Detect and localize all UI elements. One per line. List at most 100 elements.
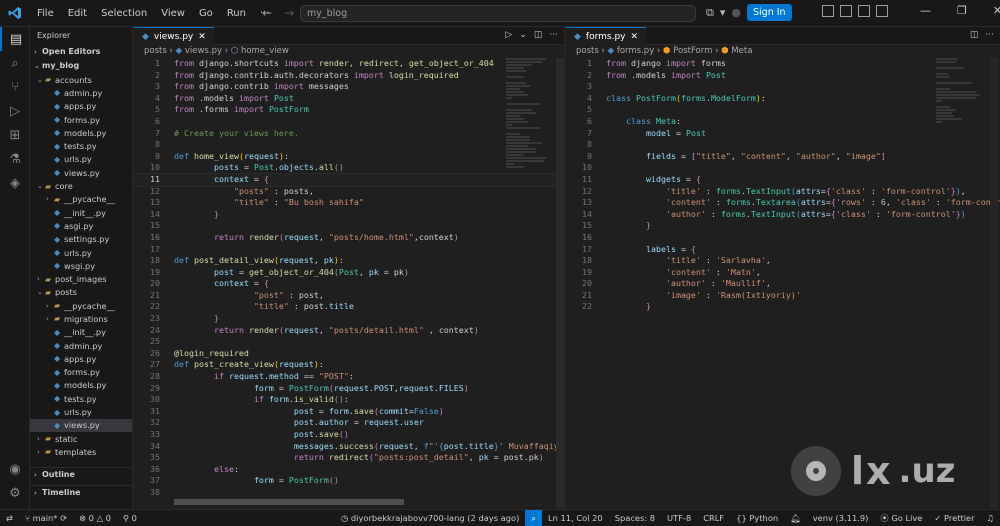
explorer-icon[interactable]: ▤: [0, 27, 30, 51]
tree-file[interactable]: ◆ admin.py: [30, 339, 132, 352]
tree-file[interactable]: ◆ models.py: [30, 379, 132, 392]
chevron-down-icon[interactable]: ▾: [720, 6, 726, 19]
split-editor-icon[interactable]: ◫: [970, 30, 979, 40]
workspace-root[interactable]: ⌄ my_blog: [30, 59, 132, 73]
remote-indicator-icon[interactable]: ⇄: [0, 513, 19, 523]
tree-file[interactable]: ◆ forms.py: [30, 366, 132, 379]
breadcrumb-symbol[interactable]: home_view: [241, 46, 289, 56]
menu-view[interactable]: View: [154, 8, 192, 19]
tree-folder[interactable]: › ▰ migrations: [30, 312, 132, 325]
tree-folder[interactable]: ⌄ ▰ posts: [30, 286, 132, 299]
tree-file[interactable]: ◆ views.py: [30, 166, 132, 179]
menu-go[interactable]: Go: [192, 8, 220, 19]
tree-file[interactable]: ◆ admin.py: [30, 86, 132, 99]
close-tab-icon[interactable]: ✕: [198, 32, 206, 42]
prettier-status[interactable]: ✓ Prettier: [928, 513, 980, 523]
zoom-search-icon[interactable]: ⌕: [525, 509, 542, 526]
tree-folder[interactable]: › ▰ __pycache__: [30, 193, 132, 206]
timeline-section[interactable]: › Timeline: [30, 485, 132, 500]
account-icon[interactable]: ●: [731, 6, 741, 19]
breadcrumb-file[interactable]: forms.py: [617, 46, 654, 56]
toggle-secondary-sidebar-icon[interactable]: [858, 5, 870, 17]
tree-file[interactable]: ◆ tests.py: [30, 392, 132, 405]
close-window-icon[interactable]: ✕: [993, 4, 1000, 17]
extensions-icon[interactable]: ⊞: [0, 123, 30, 147]
command-center-search[interactable]: my_blog: [300, 5, 696, 22]
close-tab-icon[interactable]: ✕: [631, 32, 639, 42]
tab-views-py[interactable]: ◆ views.py ✕: [134, 27, 214, 45]
open-editors-section[interactable]: › Open Editors: [30, 45, 132, 59]
python-interpreter[interactable]: venv (3.11.9): [807, 513, 875, 523]
maximize-icon[interactable]: ❐: [957, 4, 967, 17]
branch-indicator[interactable]: ⑂ main* ⟳: [19, 513, 73, 523]
go-live-button[interactable]: ⦿ Go Live: [874, 512, 928, 524]
search-icon[interactable]: ⌕: [0, 51, 30, 75]
forward-arrow-icon[interactable]: →: [284, 6, 294, 20]
minimap-left[interactable]: [506, 58, 556, 508]
breadcrumb-class[interactable]: PostForm: [673, 46, 712, 56]
git-blame[interactable]: ◷ diyorbekkrajabovv700-lang (2 days ago): [335, 513, 525, 523]
end-of-line[interactable]: CRLF: [697, 513, 730, 523]
run-debug-icon[interactable]: ▷: [0, 99, 30, 123]
code-forms-py[interactable]: 1 from django import forms 2 from .models …: [566, 58, 1000, 313]
tree-file[interactable]: ◆ urls.py: [30, 153, 132, 166]
accounts-icon[interactable]: ◉: [0, 457, 30, 481]
tree-file[interactable]: ◆ wsgi.py: [30, 259, 132, 272]
tree-file[interactable]: ◆ asgi.py: [30, 219, 132, 232]
tree-file[interactable]: ◆ settings.py: [30, 233, 132, 246]
python-icon[interactable]: ◈: [0, 171, 30, 195]
language-mode[interactable]: {} Python: [730, 513, 784, 523]
menu-selection[interactable]: Selection: [94, 8, 154, 19]
menu-edit[interactable]: Edit: [61, 8, 94, 19]
breadcrumb-symbol[interactable]: Meta: [731, 46, 752, 56]
tree-folder[interactable]: ⌄ ▰ accounts: [30, 73, 132, 86]
tree-folder[interactable]: ⌄ ▰ core: [30, 179, 132, 192]
breadcrumb-posts[interactable]: posts: [576, 46, 599, 56]
split-editor-icon[interactable]: ◫: [534, 30, 543, 40]
copilot-icon[interactable]: ⧉: [706, 6, 714, 20]
tree-file[interactable]: ◆ apps.py: [30, 352, 132, 365]
chevron-down-icon[interactable]: ⌄: [519, 30, 527, 40]
vertical-scrollbar[interactable]: [556, 58, 564, 508]
toggle-panel-icon[interactable]: [840, 5, 852, 17]
tree-file[interactable]: ◆ tests.py: [30, 139, 132, 152]
tree-folder[interactable]: › ▰ static: [30, 432, 132, 445]
tree-file[interactable]: ◆ urls.py: [30, 405, 132, 418]
tree-file[interactable]: ◆ forms.py: [30, 113, 132, 126]
tab-forms-py[interactable]: ◆ forms.py ✕: [566, 27, 647, 45]
indentation[interactable]: Spaces: 8: [609, 513, 661, 523]
minimize-icon[interactable]: —: [920, 4, 931, 17]
tree-folder[interactable]: › ▰ post_images: [30, 272, 132, 285]
code-views-py[interactable]: 1 from django.shortcuts import render, re…: [134, 58, 564, 499]
breadcrumb-file[interactable]: views.py: [185, 46, 222, 56]
tree-folder[interactable]: › ▰ templates: [30, 445, 132, 458]
ports-indicator[interactable]: ⚲ 0: [117, 513, 143, 523]
customize-layout-icon[interactable]: [876, 5, 888, 17]
tree-file[interactable]: ◆ models.py: [30, 126, 132, 139]
tree-file[interactable]: ◆ __init__.py: [30, 326, 132, 339]
menu-run[interactable]: Run: [220, 8, 253, 19]
back-arrow-icon[interactable]: ←: [262, 6, 272, 20]
tree-file[interactable]: ◆ urls.py: [30, 246, 132, 259]
tree-folder[interactable]: › ▰ __pycache__: [30, 299, 132, 312]
tree-file[interactable]: ◆ views.py: [30, 418, 132, 433]
problems-indicator[interactable]: ⊗ 0 △ 0: [73, 513, 117, 523]
encoding[interactable]: UTF-8: [661, 513, 697, 523]
tree-file[interactable]: ◆ __init__.py: [30, 206, 132, 219]
testing-icon[interactable]: ⚗: [0, 147, 30, 171]
toggle-primary-sidebar-icon[interactable]: [822, 5, 834, 17]
vertical-scrollbar[interactable]: [990, 58, 998, 508]
notifications-icon[interactable]: ♫: [981, 513, 1000, 523]
more-actions-icon[interactable]: ···: [549, 30, 558, 40]
breadcrumb-posts[interactable]: posts: [144, 46, 167, 56]
horizontal-scrollbar[interactable]: [174, 499, 404, 505]
minimap-right[interactable]: [936, 58, 986, 508]
source-control-icon[interactable]: ⑂: [0, 75, 30, 99]
settings-gear-icon[interactable]: ⚙: [0, 481, 30, 505]
tree-file[interactable]: ◆ apps.py: [30, 100, 132, 113]
outline-section[interactable]: › Outline: [30, 467, 132, 482]
menu-file[interactable]: File: [30, 8, 61, 19]
cursor-position[interactable]: Ln 11, Col 20: [542, 513, 609, 523]
run-file-icon[interactable]: ▷: [505, 30, 512, 40]
sign-in-button[interactable]: Sign In: [747, 4, 792, 21]
